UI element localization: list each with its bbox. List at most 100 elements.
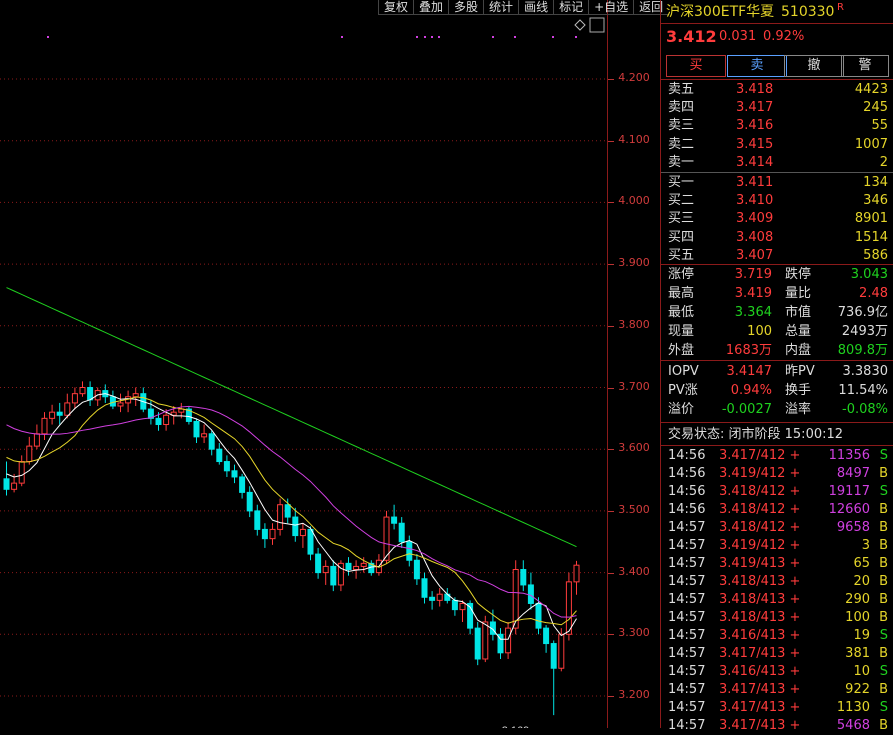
orderbook-price: 3.416 xyxy=(736,118,774,134)
orderbook-level: 卖一 xyxy=(668,154,695,170)
kline-chart[interactable]: 3.169 xyxy=(0,0,608,728)
tick-volume: 65 xyxy=(853,556,870,571)
quote-panel: 沪深300ETF华夏 510330 R 3.412 0.031 0.92% 买 … xyxy=(660,0,893,733)
trade-tick-row: 14:57 3.417/413 + 922 B xyxy=(661,681,893,699)
security-header: 沪深300ETF华夏 510330 R xyxy=(661,2,893,22)
orderbook-row[interactable]: 卖三 3.416 55 xyxy=(661,117,893,135)
stat-row: 最低 3.364 市值 736.9亿 xyxy=(661,304,893,322)
tick-side: B xyxy=(879,592,888,607)
security-name: 沪深300ETF华夏 xyxy=(666,4,775,20)
stat-value: -0.0027 xyxy=(721,402,772,417)
buy-button[interactable]: 买 xyxy=(666,55,726,77)
stat-row: IOPV 3.4147 昨PV 3.3830 xyxy=(661,363,893,381)
orderbook-row[interactable]: 买五 3.407 586 xyxy=(661,247,893,265)
orderbook-row[interactable]: 卖五 3.418 4423 xyxy=(661,81,893,99)
candle-body xyxy=(558,633,565,669)
tick-price: 3.418/412 + xyxy=(719,502,801,517)
stat-row: 溢价 -0.0027 溢率 -0.08% xyxy=(661,401,893,419)
candle-body xyxy=(71,393,78,404)
orderbook-row[interactable]: 卖二 3.415 1007 xyxy=(661,136,893,154)
tick-time: 14:57 xyxy=(668,592,706,607)
stat-label: 跌停 xyxy=(785,267,812,282)
candle-body xyxy=(56,411,63,416)
tick-price: 3.416/413 + xyxy=(719,664,801,679)
tick-volume: 20 xyxy=(853,574,870,589)
orderbook-row[interactable]: 买四 3.408 1514 xyxy=(661,229,893,247)
orderbook-volume: 55 xyxy=(871,118,888,134)
trade-status: 交易状态: 闭市阶段 15:00:12 xyxy=(668,427,844,442)
tick-price: 3.419/412 + xyxy=(719,466,801,481)
orderbook-level: 卖四 xyxy=(668,100,695,116)
divider xyxy=(661,422,893,423)
orderbook-row[interactable]: 买一 3.411 134 xyxy=(661,174,893,192)
orderbook-price: 3.414 xyxy=(736,154,774,170)
candle-body xyxy=(49,411,56,419)
orderbook-price: 3.417 xyxy=(736,100,774,116)
candle-body xyxy=(391,516,398,524)
candle-body xyxy=(109,396,116,407)
candle-body xyxy=(284,504,291,518)
orderbook-row[interactable]: 买二 3.410 346 xyxy=(661,192,893,210)
diamond-icon[interactable] xyxy=(574,19,586,31)
tick-price: 3.417/413 + xyxy=(719,682,801,697)
divider xyxy=(661,79,893,80)
toolbar-item-5[interactable]: 标记 xyxy=(553,0,589,15)
stat-value: 3.364 xyxy=(734,305,772,320)
candle-body xyxy=(505,627,512,654)
toolbar-item-4[interactable]: 画线 xyxy=(518,0,554,15)
tick-volume: 8497 xyxy=(836,466,870,481)
event-marker xyxy=(341,36,343,38)
tick-volume: 3 xyxy=(861,538,870,553)
stat-value: 1683万 xyxy=(725,343,772,358)
candle-body xyxy=(459,602,466,611)
event-marker xyxy=(438,36,440,38)
orderbook-level: 卖三 xyxy=(668,118,695,134)
tick-volume: 12660 xyxy=(828,502,870,517)
event-marker xyxy=(514,36,516,38)
tick-volume: 19117 xyxy=(828,484,870,499)
tick-volume: 5468 xyxy=(836,718,870,733)
tick-time: 14:56 xyxy=(668,448,706,463)
candle-body xyxy=(436,593,443,601)
toolbar-item-1[interactable]: 叠加 xyxy=(413,0,449,15)
tick-time: 14:57 xyxy=(668,610,706,625)
cancel-button[interactable]: 撤 xyxy=(784,55,844,77)
alert-button[interactable]: 警 xyxy=(841,55,889,77)
toolbar-item-2[interactable]: 多股 xyxy=(448,0,484,15)
candle-body xyxy=(155,417,162,426)
ma5-line xyxy=(6,393,577,640)
price-tick-label: 3.800 xyxy=(618,317,650,331)
candle-body xyxy=(565,581,572,635)
orderbook-row[interactable]: 买三 3.409 8901 xyxy=(661,210,893,228)
candle-body xyxy=(254,510,261,530)
orderbook-level: 买一 xyxy=(668,175,695,190)
tick-time: 14:56 xyxy=(668,466,706,481)
event-marker xyxy=(431,36,433,38)
tick-price: 3.419/413 + xyxy=(719,556,801,571)
panel-toggle-icon[interactable] xyxy=(589,17,605,33)
toolbar-item-3[interactable]: 统计 xyxy=(483,0,519,15)
trade-tick-row: 14:57 3.418/413 + 100 B xyxy=(661,609,893,627)
stat-value: 3.419 xyxy=(734,286,772,301)
tick-side: B xyxy=(879,682,888,697)
stat-value: 100 xyxy=(747,324,772,339)
tick-side: B xyxy=(879,646,888,661)
candle-body xyxy=(132,393,139,398)
orderbook-row[interactable]: 卖四 3.417 245 xyxy=(661,99,893,117)
orderbook-volume: 2 xyxy=(879,154,888,170)
candle-body xyxy=(550,643,557,669)
stat-row: 涨停 3.719 跌停 3.043 xyxy=(661,266,893,284)
divider xyxy=(661,23,893,24)
event-marker xyxy=(552,36,554,38)
stat-label: 总量 xyxy=(785,324,812,339)
orderbook-volume: 1514 xyxy=(854,229,888,245)
toolbar-item-0[interactable]: 复权 xyxy=(378,0,414,15)
orderbook-level: 买四 xyxy=(668,229,695,245)
candle-body xyxy=(573,564,580,583)
orderbook-row[interactable]: 卖一 3.414 2 xyxy=(661,154,893,172)
candle-body xyxy=(482,621,489,660)
tick-side: B xyxy=(879,502,888,517)
orderbook-price: 3.411 xyxy=(736,175,774,190)
sell-button[interactable]: 卖 xyxy=(727,55,787,77)
stat-label: 外盘 xyxy=(668,343,695,358)
